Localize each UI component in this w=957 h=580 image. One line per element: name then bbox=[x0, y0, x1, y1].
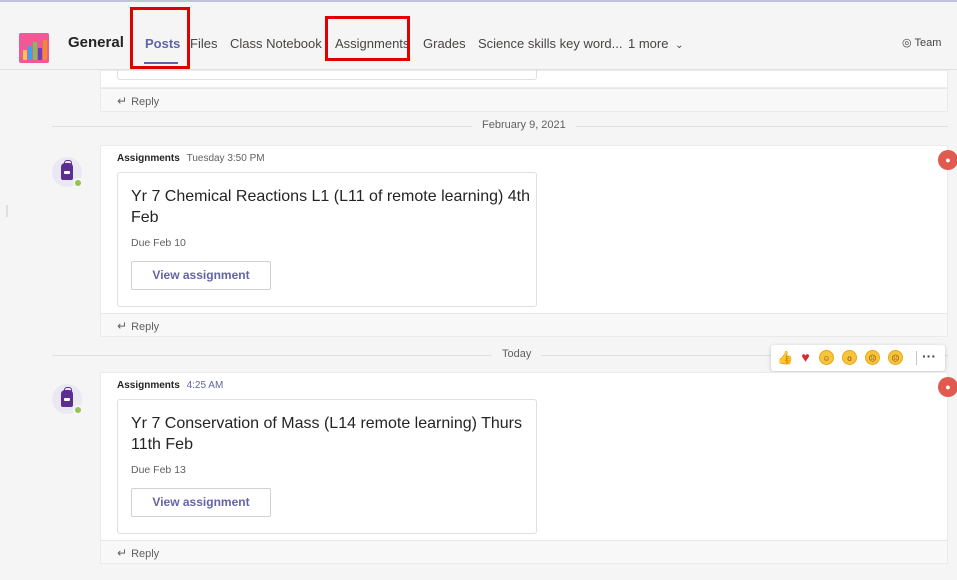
assignment-due-date: Due Feb 13 bbox=[131, 464, 186, 476]
tab-more-label: 1 more bbox=[628, 36, 669, 51]
eye-icon: ◎ bbox=[902, 37, 912, 49]
tab-science-skills[interactable]: Science skills key word... bbox=[478, 36, 623, 51]
reaction-toolbar: 👍 ♥ ☺ o ☹ ☹ ··· bbox=[771, 345, 945, 371]
tab-posts[interactable]: Posts bbox=[145, 36, 180, 51]
window-top-line bbox=[0, 0, 957, 2]
view-assignment-button[interactable]: View assignment bbox=[131, 488, 271, 517]
assignment-card[interactable]: Yr 7 Chemical Reactions L1 (L11 of remot… bbox=[117, 172, 537, 307]
channel-name: General bbox=[68, 34, 124, 51]
reply-arrow-icon: ↵ bbox=[117, 319, 128, 333]
view-assignment-button[interactable]: View assignment bbox=[131, 261, 271, 290]
assignment-post: Assignments 4:25 AM Yr 7 Conservation of… bbox=[100, 372, 948, 540]
reply-bar[interactable]: ↵ Reply bbox=[100, 540, 948, 564]
previous-assignment-card bbox=[117, 70, 537, 80]
post-time: Tuesday 3:50 PM bbox=[186, 153, 265, 164]
online-status-icon bbox=[73, 178, 83, 188]
tab-more[interactable]: 1 more ⌄ bbox=[628, 36, 683, 51]
reply-label: Reply bbox=[131, 548, 160, 560]
date-separator: February 9, 2021 bbox=[52, 119, 948, 133]
team-button[interactable]: ◎ Team bbox=[902, 36, 941, 49]
date-separator-label: February 9, 2021 bbox=[472, 119, 576, 131]
tab-class-notebook[interactable]: Class Notebook bbox=[230, 36, 322, 51]
participants-icon[interactable]: ● bbox=[938, 150, 957, 170]
participants-icon[interactable]: ● bbox=[938, 377, 957, 397]
reply-arrow-icon: ↵ bbox=[117, 94, 128, 108]
surprised-icon[interactable]: o bbox=[842, 350, 857, 365]
reply-arrow-icon: ↵ bbox=[117, 546, 128, 560]
channel-header: General Posts Files Class Notebook Assig… bbox=[0, 14, 957, 70]
tab-files[interactable]: Files bbox=[190, 36, 217, 51]
chevron-down-icon: ⌄ bbox=[675, 40, 684, 51]
backpack-icon bbox=[61, 160, 73, 180]
team-button-label: Team bbox=[914, 37, 942, 49]
sad-icon[interactable]: ☹ bbox=[865, 350, 880, 365]
assignment-title: Yr 7 Conservation of Mass (L14 remote le… bbox=[131, 415, 522, 453]
toolbar-divider bbox=[916, 351, 917, 365]
post-author: Assignments bbox=[117, 153, 180, 164]
tab-assignments[interactable]: Assignments bbox=[335, 36, 409, 51]
team-logo-icon[interactable] bbox=[19, 33, 49, 63]
like-icon[interactable]: 👍 bbox=[777, 350, 793, 365]
scroll-marker bbox=[6, 205, 8, 217]
assignments-bot-avatar[interactable] bbox=[52, 157, 83, 188]
assignment-post: Assignments Tuesday 3:50 PM Yr 7 Chemica… bbox=[100, 145, 948, 313]
tab-grades[interactable]: Grades bbox=[423, 36, 466, 51]
date-separator-label: Today bbox=[492, 348, 542, 360]
more-options-icon[interactable]: ··· bbox=[922, 348, 936, 364]
angry-icon[interactable]: ☹ bbox=[888, 350, 903, 365]
assignment-due-date: Due Feb 10 bbox=[131, 237, 186, 249]
assignments-bot-avatar[interactable] bbox=[52, 384, 83, 415]
reply-label: Reply bbox=[131, 96, 160, 108]
post-meta: Assignments 4:25 AM bbox=[117, 380, 223, 391]
reply-bar[interactable]: ↵ Reply bbox=[100, 313, 948, 337]
heart-icon[interactable]: ♥ bbox=[798, 350, 813, 365]
post-meta: Assignments Tuesday 3:50 PM bbox=[117, 153, 265, 164]
online-status-icon bbox=[73, 405, 83, 415]
post-time: 4:25 AM bbox=[186, 380, 224, 391]
post-author: Assignments bbox=[117, 380, 180, 391]
active-tab-indicator bbox=[144, 62, 178, 64]
reply-bar[interactable]: ↵ Reply bbox=[100, 88, 948, 112]
reply-label: Reply bbox=[131, 321, 160, 333]
assignment-card[interactable]: Yr 7 Conservation of Mass (L14 remote le… bbox=[117, 399, 537, 534]
laugh-icon[interactable]: ☺ bbox=[819, 350, 834, 365]
assignment-title: Yr 7 Chemical Reactions L1 (L11 of remot… bbox=[131, 188, 531, 226]
backpack-icon bbox=[61, 387, 73, 407]
previous-post bbox=[100, 70, 948, 88]
